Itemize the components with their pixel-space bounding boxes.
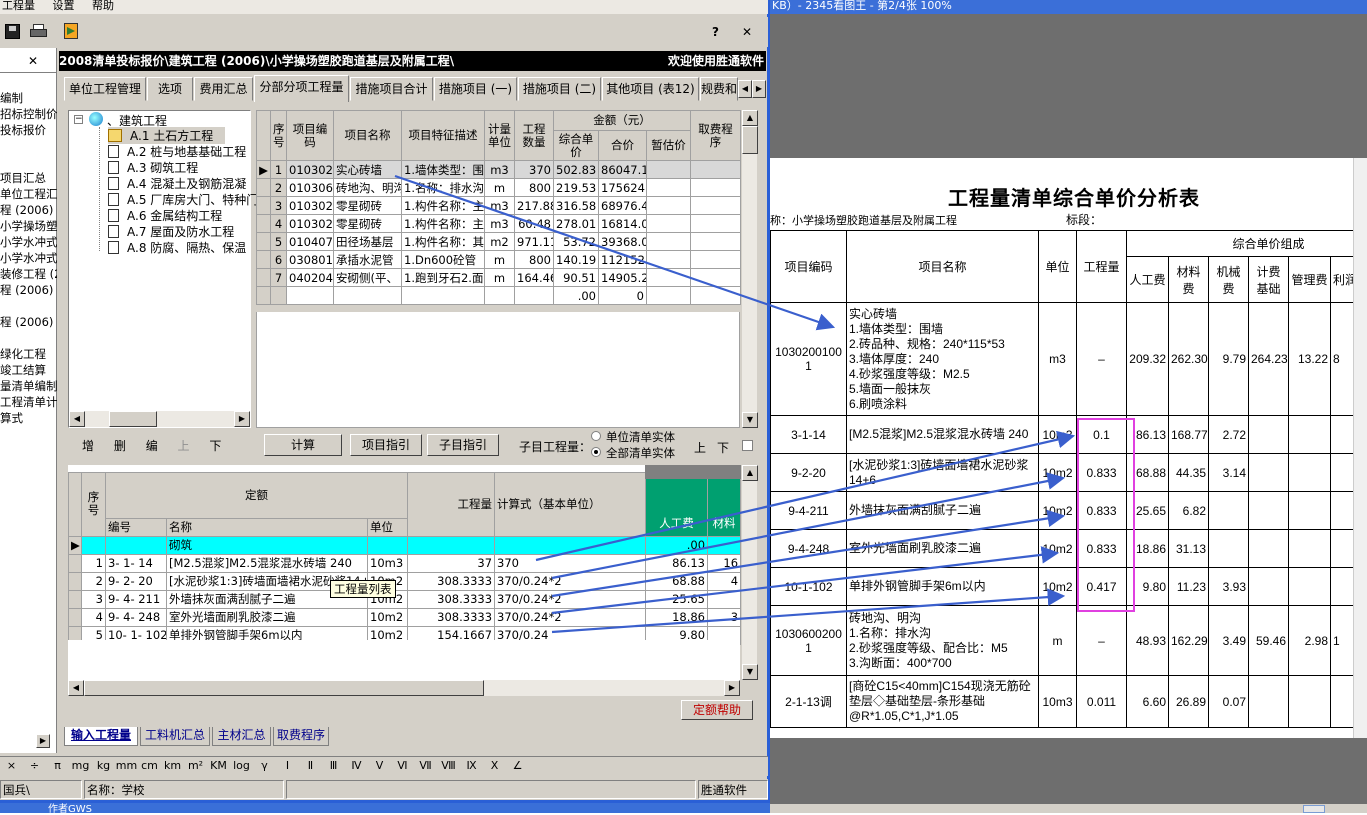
arrow-1 — [395, 176, 833, 327]
annotation-arrows — [0, 0, 1367, 813]
arrow-2 — [536, 436, 1073, 560]
arrow-6 — [552, 596, 1063, 632]
arrow-5 — [552, 553, 1057, 613]
